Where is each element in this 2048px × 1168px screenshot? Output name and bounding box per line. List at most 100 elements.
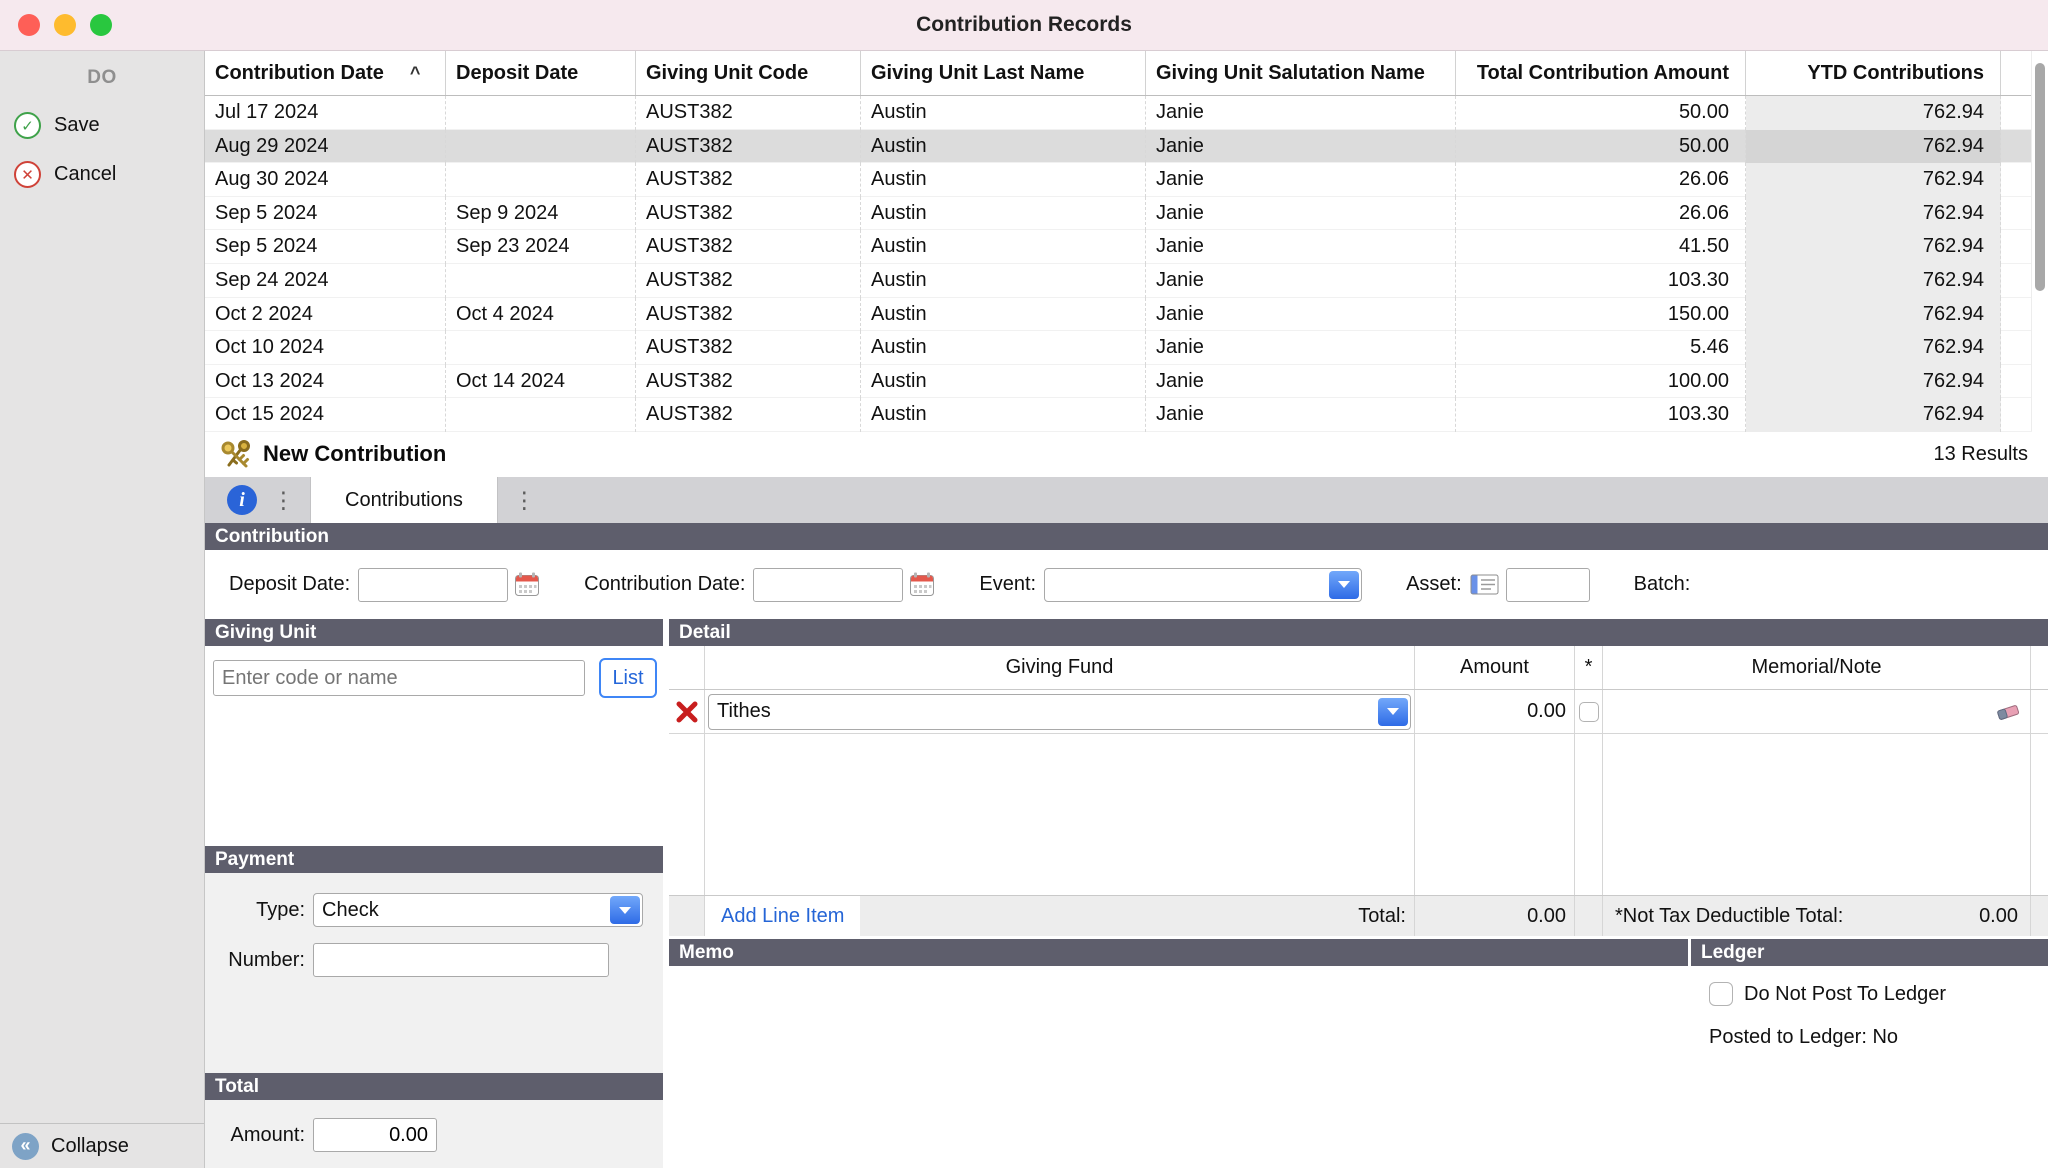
tab-contributions[interactable]: Contributions	[310, 477, 498, 523]
contribution-date-input[interactable]	[753, 568, 903, 602]
contribution-date-calendar-button[interactable]	[909, 572, 935, 598]
column-header-deposit-date[interactable]: Deposit Date	[446, 51, 636, 95]
asset-label: Asset:	[1406, 573, 1462, 596]
asset-input[interactable]	[1506, 568, 1590, 602]
vertical-scrollbar[interactable]	[2031, 51, 2048, 431]
eraser-icon[interactable]	[1994, 701, 2022, 723]
column-header-total-contribution-amount[interactable]: Total Contribution Amount	[1456, 51, 1746, 95]
event-label: Event:	[979, 573, 1036, 596]
cell-total: 26.06	[1456, 163, 1746, 197]
table-row[interactable]: Sep 24 2024AUST382AustinJanie103.30762.9…	[205, 264, 2032, 298]
payment-type-dropdown-button[interactable]	[610, 896, 640, 924]
cell-ytd: 762.94	[1746, 331, 2001, 365]
cell-last-name: Austin	[861, 130, 1146, 164]
cancel-button[interactable]: ✕ Cancel	[0, 150, 204, 199]
cell-filler	[2001, 264, 2032, 298]
records-table: Contribution Date^ Deposit Date Giving U…	[205, 51, 2048, 431]
cell-total: 103.30	[1456, 398, 1746, 432]
table-row[interactable]: Sep 5 2024Sep 9 2024AUST382AustinJanie26…	[205, 197, 2032, 231]
memo-textarea[interactable]	[669, 966, 1688, 1168]
giving-fund-select[interactable]: Tithes	[708, 694, 1411, 730]
table-row[interactable]: Sep 5 2024Sep 23 2024AUST382AustinJanie4…	[205, 230, 2032, 264]
cell-ytd: 762.94	[1746, 230, 2001, 264]
cell-salutation: Janie	[1146, 398, 1456, 432]
payment-header: Payment	[205, 846, 663, 873]
batch-label: Batch:	[1634, 573, 1691, 596]
deposit-date-calendar-button[interactable]	[514, 572, 540, 598]
total-panel: Amount:	[205, 1100, 663, 1168]
cell-total: 50.00	[1456, 96, 1746, 130]
payment-number-input[interactable]	[313, 943, 609, 977]
left-panel: Giving Unit List Payment Type: Check	[205, 619, 663, 1168]
event-select[interactable]	[1044, 568, 1362, 602]
table-row[interactable]: Jul 17 2024AUST382AustinJanie50.00762.94	[205, 96, 2032, 130]
cell-filler	[2001, 163, 2032, 197]
zoom-window-button[interactable]	[90, 14, 112, 36]
sort-ascending-icon: ^	[410, 63, 421, 83]
add-line-item-button[interactable]: Add Line Item	[705, 896, 860, 936]
table-row[interactable]: Oct 10 2024AUST382AustinJanie5.46762.94	[205, 331, 2032, 365]
cell-deposit-date: Oct 14 2024	[446, 365, 636, 399]
contribution-date-label: Contribution Date:	[584, 573, 745, 596]
save-button[interactable]: ✓ Save	[0, 101, 204, 150]
not-deductible-checkbox[interactable]	[1579, 702, 1599, 722]
column-header-ytd-contributions[interactable]: YTD Contributions	[1746, 51, 2001, 95]
table-row[interactable]: Aug 30 2024AUST382AustinJanie26.06762.94	[205, 163, 2032, 197]
list-button[interactable]: List	[599, 658, 657, 698]
column-header-giving-unit-code[interactable]: Giving Unit Code	[636, 51, 861, 95]
cell-filler	[2001, 298, 2032, 332]
payment-type-label: Type:	[205, 899, 305, 922]
table-row[interactable]: Oct 13 2024Oct 14 2024AUST382AustinJanie…	[205, 365, 2032, 399]
asset-ledger-icon[interactable]	[1470, 573, 1500, 597]
cell-salutation: Janie	[1146, 264, 1456, 298]
detail-column-header-delete	[669, 646, 705, 689]
delete-line-item-button[interactable]	[674, 699, 700, 725]
memo-panel: Memo	[669, 939, 1688, 1168]
cell-ytd: 762.94	[1746, 398, 2001, 432]
drag-handle-dots-icon[interactable]: ⋮	[272, 477, 295, 523]
table-row[interactable]: Aug 29 2024AUST382AustinJanie50.00762.94	[205, 130, 2032, 164]
detail-column-header-giving-fund: Giving Fund	[705, 646, 1415, 689]
detail-column-header-amount: Amount	[1415, 646, 1575, 689]
not-tax-deductible-total-value: 0.00	[1979, 905, 2018, 928]
cell-total: 100.00	[1456, 365, 1746, 399]
column-header-giving-unit-salutation-name[interactable]: Giving Unit Salutation Name	[1146, 51, 1456, 95]
detail-column-header-not-deductible: *	[1575, 646, 1603, 689]
cell-last-name: Austin	[861, 230, 1146, 264]
giving-unit-search-input[interactable]	[213, 660, 585, 696]
cell-ytd: 762.94	[1746, 264, 2001, 298]
tab-bar: i ⋮ Contributions ⋮	[205, 477, 2048, 523]
deposit-date-input[interactable]	[358, 568, 508, 602]
chevron-down-icon	[1387, 708, 1399, 715]
collapse-button[interactable]: « Collapse	[0, 1123, 204, 1168]
detail-panel: Detail Giving Fund Amount * Memorial/Not…	[669, 619, 2048, 1168]
collapse-chevron-icon: «	[12, 1133, 39, 1160]
cell-filler	[2001, 331, 2032, 365]
column-header-giving-unit-last-name[interactable]: Giving Unit Last Name	[861, 51, 1146, 95]
table-row[interactable]: Oct 15 2024AUST382AustinJanie103.30762.9…	[205, 398, 2032, 432]
column-header-contribution-date[interactable]: Contribution Date^	[205, 51, 446, 95]
giving-fund-dropdown-button[interactable]	[1378, 698, 1408, 726]
cell-salutation: Janie	[1146, 197, 1456, 231]
memorial-note-cell[interactable]	[1603, 690, 2031, 734]
cell-contribution-date: Sep 5 2024	[205, 230, 446, 264]
cell-deposit-date	[446, 130, 636, 164]
table-row[interactable]: Oct 2 2024Oct 4 2024AUST382AustinJanie15…	[205, 298, 2032, 332]
close-window-button[interactable]	[18, 14, 40, 36]
total-amount-input[interactable]	[313, 1118, 437, 1152]
minimize-window-button[interactable]	[54, 14, 76, 36]
scrollbar-thumb[interactable]	[2035, 63, 2045, 291]
collapse-label: Collapse	[51, 1135, 129, 1158]
cell-code: AUST382	[636, 331, 861, 365]
cell-filler	[2001, 96, 2032, 130]
info-icon[interactable]: i	[227, 485, 257, 515]
new-contribution-label: New Contribution	[263, 441, 446, 467]
drag-handle-dots-icon[interactable]: ⋮	[513, 477, 536, 523]
event-dropdown-button[interactable]	[1329, 571, 1359, 599]
cell-salutation: Janie	[1146, 365, 1456, 399]
cell-filler	[2001, 230, 2032, 264]
line-item-amount-cell[interactable]: 0.00	[1415, 690, 1575, 734]
cell-code: AUST382	[636, 230, 861, 264]
do-not-post-checkbox[interactable]	[1709, 982, 1733, 1006]
payment-type-select[interactable]: Check	[313, 893, 643, 927]
